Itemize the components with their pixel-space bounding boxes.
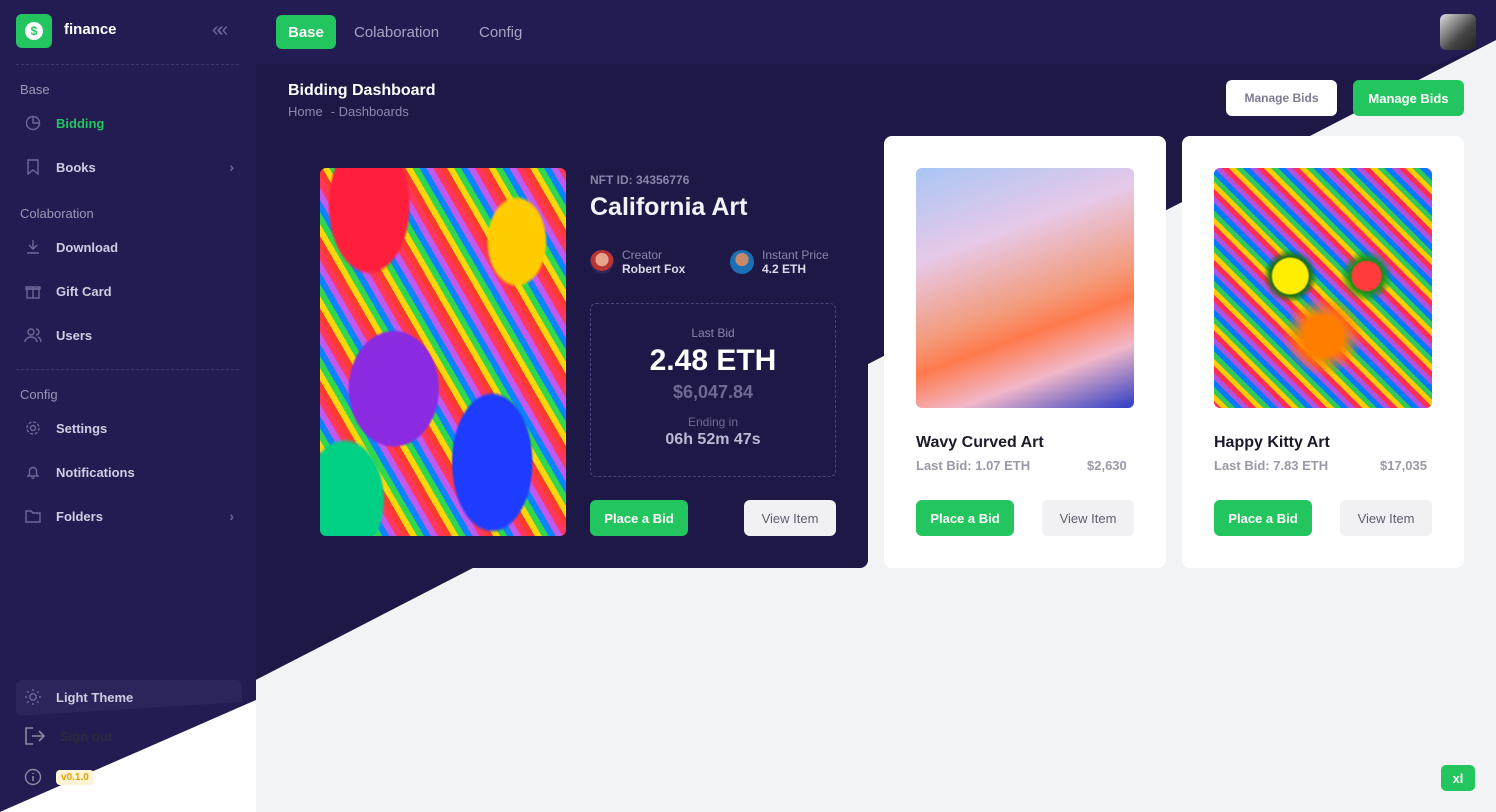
card-title: Wavy Curved Art [916, 434, 1044, 451]
card-title: Happy Kitty Art [1214, 434, 1330, 451]
card-last-bid: Last Bid: 1.07 ETH [916, 458, 1031, 473]
section-title-config: Config [20, 387, 58, 402]
sidebar-item-users[interactable]: Users [24, 324, 234, 346]
sidebar-item-label: Bidding [56, 115, 105, 131]
california-art-image[interactable] [320, 168, 566, 536]
breadcrumb-dashboards: - Dashboards [330, 104, 409, 119]
bell-icon [24, 463, 42, 481]
card-price: $17,035 [1380, 458, 1427, 473]
nft-id: NFT ID: 34356776 [590, 173, 690, 187]
manage-bids-button[interactable]: Manage Bids [1353, 80, 1464, 116]
app-name: finance [64, 21, 117, 38]
folder-icon [24, 507, 42, 525]
card-last-bid: Last Bid: 7.83 ETH [1214, 458, 1329, 473]
section-title-colaboration: Colaboration [20, 206, 94, 221]
breadcrumb-home[interactable]: Home [288, 104, 323, 119]
seller-avatar [730, 250, 754, 274]
sidebar-item-label: Settings [56, 420, 108, 436]
last-bid-box: Last Bid 2.48 ETH $6,047.84 Ending in 06… [590, 303, 836, 477]
price-value: 4.2 ETH [762, 262, 807, 276]
ending-countdown: 06h 52m 47s [665, 431, 761, 448]
sidebar-item-gift-card[interactable]: Gift Card [24, 280, 234, 302]
section-title-base: Base [20, 82, 50, 97]
sidebar-item-label: Books [56, 159, 96, 175]
theme-toggle-button[interactable]: Light Theme [24, 688, 133, 706]
creator-label: Creator [622, 248, 663, 262]
version-badge: v0.1.0 [56, 769, 94, 785]
dollar-icon: $ [25, 22, 43, 40]
chevron-right-icon: › [229, 159, 234, 175]
info-icon [24, 768, 42, 786]
sidebar-item-download[interactable]: Download [24, 236, 234, 258]
sidebar-item-settings[interactable]: Settings [24, 417, 234, 439]
creator-name: Robert Fox [622, 262, 686, 276]
download-icon [24, 238, 42, 256]
page-title: Bidding Dashboard [288, 82, 436, 99]
signout-icon [24, 726, 46, 746]
nft-title: California Art [590, 193, 748, 221]
sidebar-item-label: Users [56, 327, 93, 343]
users-icon [24, 326, 42, 344]
sidebar-item-label: Download [56, 239, 119, 255]
last-bid-value: 2.48 ETH [649, 344, 777, 377]
wavy-curved-art-image[interactable] [916, 168, 1134, 408]
place-bid-button[interactable]: Place a Bid [916, 500, 1014, 536]
divider [16, 369, 239, 370]
ending-label: Ending in [687, 415, 739, 429]
sidebar-item-folders[interactable]: Folders › [24, 505, 234, 527]
happy-kitty-art-image[interactable] [1214, 168, 1432, 408]
bookmark-icon [24, 158, 42, 176]
app-logo[interactable]: $ [16, 14, 52, 48]
sidebar-item-label: Gift Card [56, 283, 112, 299]
sidebar-item-label: Notifications [56, 464, 135, 480]
tab-config[interactable]: Config [467, 15, 534, 49]
last-bid-usd: $6,047.84 [672, 382, 754, 402]
sidebar-item-label: Folders [56, 508, 103, 524]
manage-bids-light-button[interactable]: Manage Bids [1226, 80, 1337, 116]
place-bid-button[interactable]: Place a Bid [590, 500, 688, 536]
last-bid-label: Last Bid [691, 326, 735, 340]
gear-icon [24, 419, 42, 437]
user-avatar[interactable] [1440, 14, 1476, 50]
view-item-button[interactable]: View Item [1340, 500, 1432, 536]
view-item-button[interactable]: View Item [1042, 500, 1134, 536]
collapse-sidebar-icon[interactable]: «« [212, 19, 228, 42]
sidebar-item-notifications[interactable]: Notifications [24, 461, 234, 483]
view-item-button[interactable]: View Item [744, 500, 836, 536]
price-info: Instant Price 4.2 ETH [730, 248, 829, 276]
chevron-right-icon: › [229, 508, 234, 524]
gift-icon [24, 282, 42, 300]
tab-base[interactable]: Base [276, 15, 336, 49]
price-label: Instant Price [762, 248, 829, 262]
creator-avatar [590, 250, 614, 274]
theme-label: Light Theme [56, 689, 134, 705]
breadcrumb: Home - Dashboards [288, 104, 409, 119]
breakpoint-badge: xl [1441, 765, 1475, 791]
signout-button[interactable]: Sign out [24, 726, 112, 746]
divider [16, 64, 239, 65]
sun-icon [24, 688, 42, 706]
version-row: v0.1.0 [24, 768, 94, 786]
signout-label: Sign out [60, 728, 112, 744]
sidebar-item-books[interactable]: Books › [24, 156, 234, 178]
place-bid-button[interactable]: Place a Bid [1214, 500, 1312, 536]
tab-colaboration[interactable]: Colaboration [342, 15, 451, 49]
creator-info: Creator Robert Fox [590, 248, 685, 276]
sidebar-item-bidding[interactable]: Bidding [24, 112, 234, 134]
card-price: $2,630 [1087, 458, 1127, 473]
pie-chart-icon [24, 114, 42, 132]
